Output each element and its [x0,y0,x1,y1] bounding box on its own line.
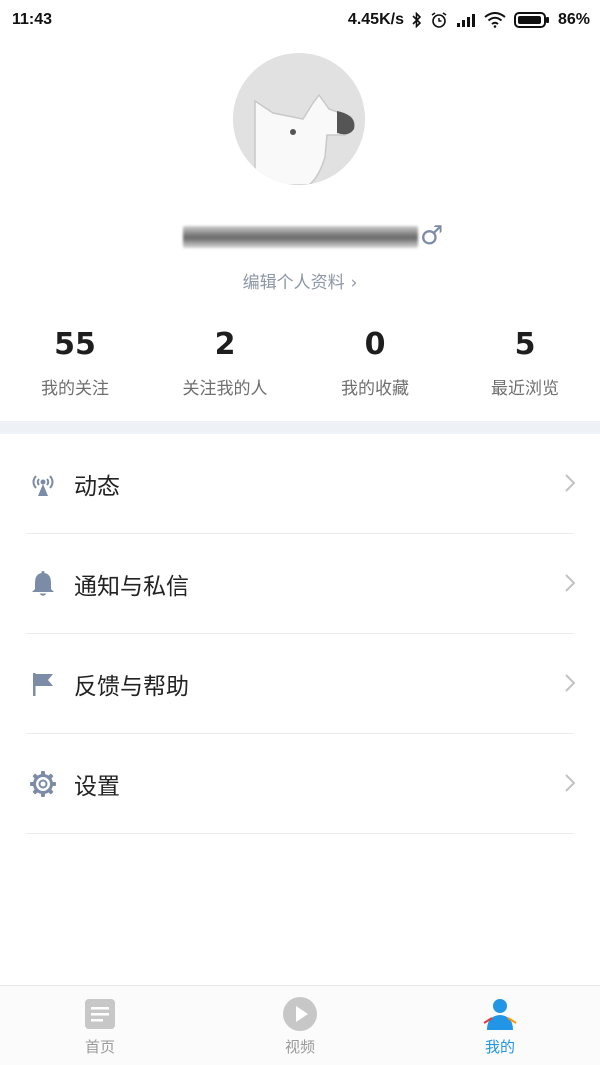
chevron-right-icon [564,473,576,497]
menu-item-notifications[interactable]: 通知与私信 [0,534,600,634]
chevron-right-icon [564,573,576,597]
chevron-right-icon [564,673,576,697]
document-icon [82,996,118,1032]
stat-value: 5 [514,327,536,362]
menu-item-label: 设置 [74,774,120,800]
tab-home[interactable]: 首页 [0,986,200,1065]
dog-avatar-icon [233,53,365,185]
tab-me[interactable]: 我的 [400,986,600,1065]
broadcast-icon [28,469,58,499]
edit-profile-link[interactable]: 编辑个人资料 › [0,268,600,293]
menu-item-label: 动态 [74,474,120,500]
stat-following[interactable]: 55 我的关注 [0,325,150,399]
bluetooth-icon [412,12,422,28]
status-indicators: 4.45K/s 86% [348,11,590,29]
tab-label: 视频 [284,1038,315,1056]
tab-label: 首页 [84,1038,115,1056]
network-speed: 4.45K/s [347,11,404,28]
tab-label: 我的 [484,1038,515,1056]
section-divider [0,421,600,434]
male-gender-icon: ♂ [420,221,444,251]
username-row: ♂ [0,218,600,254]
bottom-tab-bar: 首页 视频 我的 [0,985,600,1065]
stat-label: 关注我的人 [182,379,268,399]
menu-item-activity[interactable]: 动态 [0,434,600,534]
stat-label: 最近浏览 [491,379,559,399]
stat-favorites[interactable]: 0 我的收藏 [300,325,450,399]
user-icon [482,996,518,1032]
stat-label: 我的关注 [41,379,109,399]
menu-item-settings[interactable]: 设置 [0,734,600,834]
stat-recent-views[interactable]: 5 最近浏览 [450,325,600,399]
battery-percent: 86% [557,11,590,28]
stat-value: 55 [54,327,96,362]
chevron-right-icon: › [350,273,358,293]
avatar[interactable] [233,53,365,185]
menu-item-label: 通知与私信 [74,574,189,600]
profile-stats: 55 我的关注 2 关注我的人 0 我的收藏 5 最近浏览 [0,325,600,399]
chevron-right-icon [564,773,576,797]
play-icon [282,996,318,1032]
signal-icon [456,13,476,27]
stat-value: 2 [214,327,236,362]
username-redacted [183,226,418,248]
alarm-icon [430,11,448,29]
edit-profile-label: 编辑个人资料 [242,273,345,293]
menu-item-feedback-help[interactable]: 反馈与帮助 [0,634,600,734]
stat-followers[interactable]: 2 关注我的人 [150,325,300,399]
menu-item-label: 反馈与帮助 [74,674,189,700]
bell-icon [28,569,58,599]
wifi-icon [484,12,506,28]
stat-label: 我的收藏 [341,379,409,399]
battery-icon [513,11,550,29]
status-bar: 11:43 4.45K/s 86% [0,0,600,40]
tab-video[interactable]: 视频 [200,986,400,1065]
status-time: 11:43 [12,11,53,28]
flag-icon [28,669,58,699]
menu-list: 动态 通知与私信 反馈与帮助 设置 [0,434,600,834]
gear-icon [28,769,58,799]
stat-value: 0 [364,327,386,362]
